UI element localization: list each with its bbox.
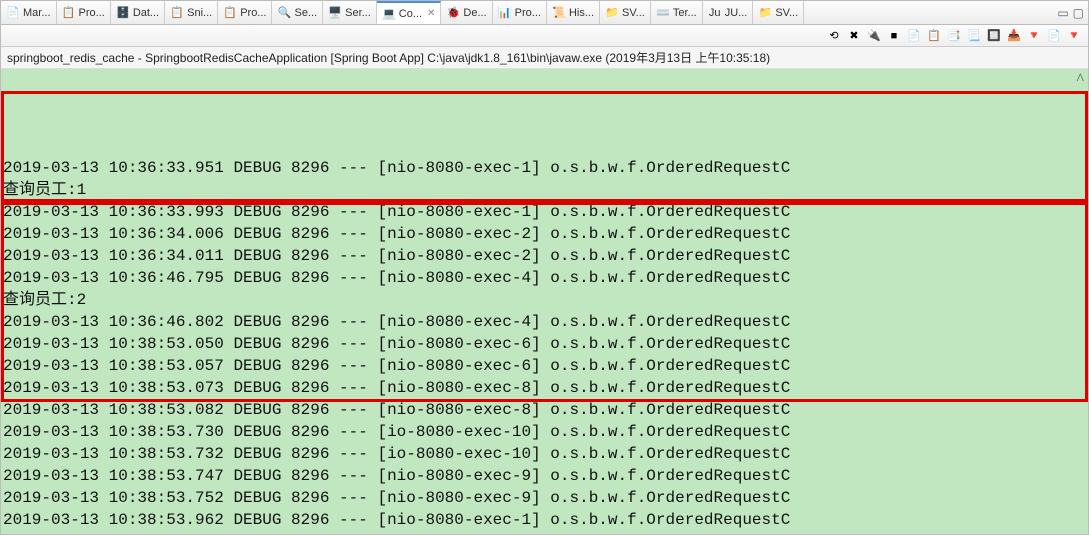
toolbar-button-6[interactable]: 📑	[946, 28, 962, 44]
toolbar-button-9[interactable]: 📥	[1006, 28, 1022, 44]
tab-icon: 📄	[6, 6, 20, 20]
tab-label: SV...	[622, 7, 645, 19]
log-line: 2019-03-13 10:36:46.802 DEBUG 8296 --- […	[1, 311, 1088, 333]
console-toolbar: ⟲✖🔌■📄📋📑📃🔲📥🔻📄🔻	[1, 25, 1088, 47]
view-tab-6[interactable]: 🖥️Ser...	[323, 1, 377, 24]
tab-label: Ter...	[673, 7, 697, 19]
view-tab-8[interactable]: 🐞De...	[441, 1, 492, 24]
log-line: 2019-03-13 10:38:53.962 DEBUG 8296 --- […	[1, 509, 1088, 531]
log-line: 2019-03-13 10:38:53.747 DEBUG 8296 --- […	[1, 465, 1088, 487]
view-tab-11[interactable]: 📁SV...	[600, 1, 651, 24]
log-line: 2019-03-13 10:36:34.011 DEBUG 8296 --- […	[1, 245, 1088, 267]
log-line: 2019-03-13 10:36:33.951 DEBUG 8296 --- […	[1, 157, 1088, 179]
tab-label: Mar...	[23, 7, 51, 19]
log-line: 查询员工:1	[1, 179, 1088, 201]
view-tab-5[interactable]: 🔍Se...	[272, 1, 323, 24]
view-tab-4[interactable]: 📋Pro...	[218, 1, 272, 24]
view-tab-0[interactable]: 📄Mar...	[1, 1, 57, 24]
tab-label: Ser...	[345, 7, 371, 19]
view-tab-9[interactable]: 📊Pro...	[493, 1, 547, 24]
tab-label: SV...	[775, 7, 798, 19]
view-tab-13[interactable]: JuJU...	[703, 1, 754, 24]
tab-label: Co...	[399, 8, 422, 20]
view-tab-3[interactable]: 📋Sni...	[165, 1, 218, 24]
tab-label: Pro...	[240, 7, 266, 19]
tab-label: Pro...	[79, 7, 105, 19]
toolbar-button-5[interactable]: 📋	[926, 28, 942, 44]
window-controls: ▭ ▢	[1053, 1, 1088, 24]
tab-label: De...	[463, 7, 486, 19]
tab-label: Se...	[294, 7, 317, 19]
log-line: 2019-03-13 10:38:53.050 DEBUG 8296 --- […	[1, 333, 1088, 355]
tab-label: Dat...	[133, 7, 159, 19]
tab-icon: 🗄️	[116, 6, 130, 20]
tab-icon: 📋	[170, 6, 184, 20]
tab-icon: 📁	[605, 6, 619, 20]
toolbar-button-12[interactable]: 🔻	[1066, 28, 1082, 44]
view-tab-12[interactable]: ⌨️Ter...	[651, 1, 703, 24]
view-tab-7[interactable]: 💻Co... ✕	[377, 1, 442, 24]
toolbar-button-4[interactable]: 📄	[906, 28, 922, 44]
view-tabbar: 📄Mar...📋Pro...🗄️Dat...📋Sni...📋Pro...🔍Se.…	[1, 1, 1088, 25]
log-line: 2019-03-13 10:36:46.795 DEBUG 8296 --- […	[1, 267, 1088, 289]
toolbar-button-3[interactable]: ■	[886, 28, 902, 44]
log-line: 2019-03-13 10:36:33.993 DEBUG 8296 --- […	[1, 201, 1088, 223]
log-line: 查询员工:2	[1, 289, 1088, 311]
toolbar-button-0[interactable]: ⟲	[826, 28, 842, 44]
toolbar-button-2[interactable]: 🔌	[866, 28, 882, 44]
tab-icon: 📊	[498, 6, 512, 20]
tab-icon: Ju	[708, 6, 722, 20]
tab-icon: 🖥️	[328, 6, 342, 20]
tab-icon: 📋	[62, 6, 76, 20]
console-output[interactable]: ^ 2019-03-13 10:36:33.951 DEBUG 8296 ---…	[1, 69, 1088, 534]
toolbar-button-7[interactable]: 📃	[966, 28, 982, 44]
tab-icon: 📋	[223, 6, 237, 20]
tab-icon: 💻	[382, 7, 396, 21]
log-line: 2019-03-13 10:38:53.730 DEBUG 8296 --- […	[1, 421, 1088, 443]
view-tab-10[interactable]: 📜His...	[547, 1, 600, 24]
toolbar-button-1[interactable]: ✖	[846, 28, 862, 44]
log-line: 2019-03-13 10:38:53.073 DEBUG 8296 --- […	[1, 377, 1088, 399]
view-tab-14[interactable]: 📁SV...	[753, 1, 804, 24]
minimize-icon[interactable]: ▭	[1057, 6, 1068, 20]
console-description: springboot_redis_cache - SpringbootRedis…	[1, 47, 1088, 69]
tab-icon: 📁	[758, 6, 772, 20]
log-line: 2019-03-13 10:38:53.732 DEBUG 8296 --- […	[1, 443, 1088, 465]
log-line: 2019-03-13 10:38:53.752 DEBUG 8296 --- […	[1, 487, 1088, 509]
log-line: 2019-03-13 10:38:53.057 DEBUG 8296 --- […	[1, 355, 1088, 377]
tab-label: Sni...	[187, 7, 212, 19]
toolbar-button-10[interactable]: 🔻	[1026, 28, 1042, 44]
toolbar-button-11[interactable]: 📄	[1046, 28, 1062, 44]
tab-icon: ⌨️	[656, 6, 670, 20]
log-line: 2019-03-13 10:38:53.082 DEBUG 8296 --- […	[1, 399, 1088, 421]
close-icon[interactable]: ✕	[427, 8, 435, 19]
view-tab-1[interactable]: 📋Pro...	[57, 1, 111, 24]
view-tab-2[interactable]: 🗄️Dat...	[111, 1, 165, 24]
maximize-icon[interactable]: ▢	[1073, 6, 1084, 20]
log-line: 2019-03-13 10:36:34.006 DEBUG 8296 --- […	[1, 223, 1088, 245]
tab-icon: 🔍	[277, 6, 291, 20]
toolbar-button-8[interactable]: 🔲	[986, 28, 1002, 44]
tab-icon: 🐞	[446, 6, 460, 20]
scroll-caret-icon: ^	[1076, 69, 1084, 91]
tab-label: Pro...	[515, 7, 541, 19]
tab-icon: 📜	[552, 6, 566, 20]
tab-label: JU...	[725, 7, 748, 19]
tab-label: His...	[569, 7, 594, 19]
